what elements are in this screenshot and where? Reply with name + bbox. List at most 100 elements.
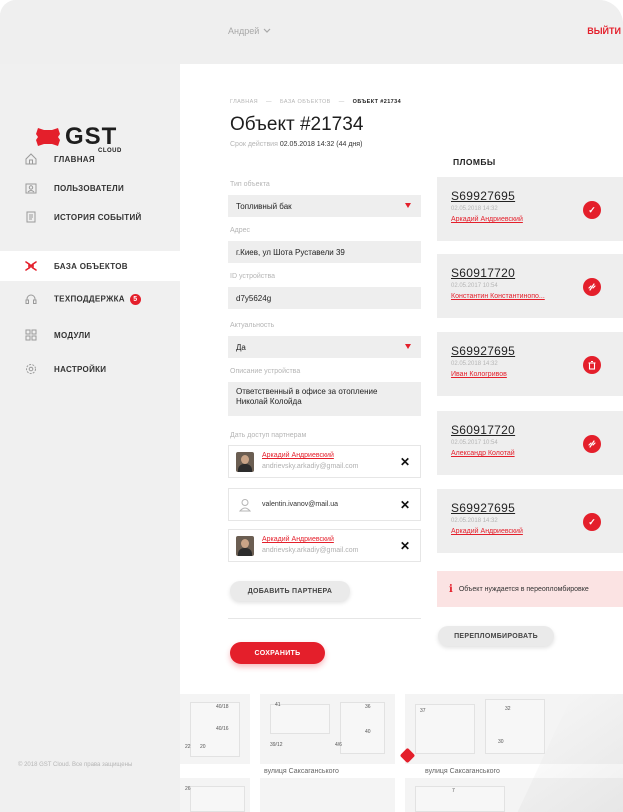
avatar <box>236 452 254 472</box>
info-icon: i <box>449 583 453 595</box>
seal-person[interactable]: Аркадий Андриевский <box>451 528 523 535</box>
logout-button[interactable]: ВЫЙТИ <box>587 26 621 36</box>
map-number: 7 <box>452 788 455 794</box>
sidebar-item-support[interactable]: ТЕХПОДДЕРЖКА 5 <box>0 284 180 314</box>
seal-person[interactable]: Александр Колотай <box>451 450 515 457</box>
description-field[interactable]: Ответственный в офисе за отопление Никол… <box>228 382 421 416</box>
map-number: 39/12 <box>270 742 283 748</box>
term-label: Срок действия <box>230 141 278 148</box>
sidebar-item-label: МОДУЛИ <box>54 330 91 340</box>
seal-number[interactable]: S69927695 <box>451 344 515 358</box>
settings-icon <box>24 362 38 376</box>
map-number: 40/18 <box>216 704 229 710</box>
map-number: 40/16 <box>216 726 229 732</box>
partner-email: andrievsky.arkadiy@gmail.com <box>262 547 359 554</box>
seal-card: S60917720 02.05.2017 10:54 Константин Ко… <box>437 254 623 318</box>
sidebar-item-settings[interactable]: НАСТРОЙКИ <box>0 354 180 384</box>
breadcrumb-home[interactable]: ГЛАВНАЯ <box>230 99 258 105</box>
map-number: 30 <box>498 739 504 745</box>
map-street-label: вулиця Саксаганського <box>264 768 339 775</box>
trash-icon <box>583 356 601 374</box>
home-icon <box>24 152 38 166</box>
sidebar-item-users[interactable]: ПОЛЬЗОВАТЕЛИ <box>0 173 180 203</box>
seals-title: ПЛОМБЫ <box>453 157 496 167</box>
close-icon[interactable]: ✕ <box>400 540 410 552</box>
actuality-value: Да <box>236 342 246 352</box>
check-icon: ✓ <box>583 201 601 219</box>
term-value: 02.05.2018 14:32 (44 дня) <box>279 141 363 148</box>
copyright: © 2018 GST Cloud. Все права защищены <box>18 762 133 768</box>
sidebar-item-home[interactable]: ГЛАВНАЯ <box>0 144 180 174</box>
partner-row: Аркадий Андриевский andrievsky.arkadiy@g… <box>228 529 421 562</box>
objects-icon <box>24 259 38 273</box>
save-button[interactable]: СОХРАНИТЬ <box>230 642 325 664</box>
seal-card: S60917720 02.05.2017 10:54 Александр Кол… <box>437 411 623 475</box>
seal-number[interactable]: S69927695 <box>451 501 515 515</box>
sidebar-item-label: ПОЛЬЗОВАТЕЛИ <box>54 183 125 193</box>
map-building <box>190 702 240 757</box>
close-icon[interactable]: ✕ <box>400 499 410 511</box>
caret-down-icon <box>405 344 411 349</box>
close-icon[interactable]: ✕ <box>400 456 410 468</box>
page-title: Объект #21734 <box>230 114 364 135</box>
seal-card: S69927695 02.05.2018 14:32 Иван Кологрив… <box>437 332 623 396</box>
map-building <box>340 702 385 754</box>
partner-row: Аркадий Андриевский andrievsky.arkadiy@g… <box>228 445 421 478</box>
seal-number[interactable]: S60917720 <box>451 266 515 280</box>
breadcrumb-separator: — <box>338 99 345 105</box>
type-value: Топливный бак <box>236 201 292 211</box>
seal-person[interactable]: Константин Константинопо... <box>451 293 545 300</box>
map-number: 41 <box>275 702 281 708</box>
user-menu[interactable]: Андрей <box>228 26 271 36</box>
device-id-field[interactable]: d7y5624g <box>228 287 421 309</box>
type-label: Тип объекта <box>230 181 270 188</box>
sidebar-item-history[interactable]: ИСТОРИЯ СОБЫТИЙ <box>0 202 180 232</box>
seal-card: S69927695 02.05.2018 14:32 Аркадий Андри… <box>437 177 623 241</box>
actuality-select[interactable]: Да <box>228 336 421 358</box>
address-value: г.Киев, ул Шота Руставели 39 <box>236 247 345 257</box>
seal-person[interactable]: Аркадий Андриевский <box>451 216 523 223</box>
main-content: ГЛАВНАЯ — БАЗА ОБЪЕКТОВ — ОБЪЕКТ #21734 Объе… <box>180 64 623 694</box>
map-building <box>485 699 545 754</box>
seal-number[interactable]: S60917720 <box>451 423 515 437</box>
top-bar: Андрей ВЫЙТИ <box>0 0 623 64</box>
type-select[interactable]: Топливный бак <box>228 195 421 217</box>
breadcrumb: ГЛАВНАЯ — БАЗА ОБЪЕКТОВ — ОБЪЕКТ #21734 <box>230 99 401 105</box>
description-label: Описание устройства <box>230 368 301 375</box>
broken-link-icon <box>583 278 601 296</box>
breadcrumb-separator: — <box>266 99 272 105</box>
map-number: 32 <box>505 706 511 712</box>
reseal-button[interactable]: ПЕРЕПЛОМБИРОВАТЬ <box>438 626 554 646</box>
seal-date: 02.05.2018 14:32 <box>451 518 498 524</box>
map-number: 37 <box>420 708 426 714</box>
check-icon: ✓ <box>583 513 601 531</box>
description-line: Ответственный в офисе за отопление <box>236 387 378 396</box>
app-window: Андрей ВЫЙТИ GST CLOUD ГЛАВНАЯ ПОЛЬЗОВАТ… <box>0 0 623 812</box>
chevron-down-icon <box>263 26 271 36</box>
partner-name[interactable]: Аркадий Андриевский <box>262 536 334 543</box>
map-building <box>415 786 505 812</box>
map-number: 20 <box>200 744 206 750</box>
breadcrumb-current: ОБЪЕКТ #21734 <box>352 99 402 105</box>
add-partner-button[interactable]: ДОБАВИТЬ ПАРТНЕРА <box>230 581 350 601</box>
sidebar-item-label: ТЕХПОДДЕРЖКА 5 <box>54 293 141 305</box>
address-field[interactable]: г.Киев, ул Шота Руставели 39 <box>228 241 421 263</box>
history-icon <box>24 210 38 224</box>
partner-email: andrievsky.arkadiy@gmail.com <box>262 463 359 470</box>
sidebar-item-label: БАЗА ОБЪЕКТОВ <box>54 261 128 271</box>
breadcrumb-section[interactable]: БАЗА ОБЪЕКТОВ <box>280 99 331 105</box>
seal-number[interactable]: S69927695 <box>451 189 515 203</box>
sidebar-item-modules[interactable]: МОДУЛИ <box>0 320 180 350</box>
seal-person[interactable]: Иван Кологривов <box>451 371 507 378</box>
map-number: 26 <box>185 786 191 792</box>
actuality-label: Актуальность <box>230 322 275 329</box>
sidebar: GST CLOUD ГЛАВНАЯ ПОЛЬЗОВАТЕЛИ ИСТОРИЯ С… <box>0 64 180 812</box>
partner-name[interactable]: Аркадий Андриевский <box>262 452 334 459</box>
caret-down-icon <box>405 203 411 208</box>
users-icon <box>24 181 38 195</box>
partner-row: valentin.ivanov@mail.ua ✕ <box>228 488 421 521</box>
device-id-label: ID устройства <box>230 273 276 280</box>
user-name: Андрей <box>228 26 260 36</box>
notification-badge: 5 <box>129 293 141 305</box>
sidebar-item-objects[interactable]: БАЗА ОБЪЕКТОВ <box>0 251 180 281</box>
